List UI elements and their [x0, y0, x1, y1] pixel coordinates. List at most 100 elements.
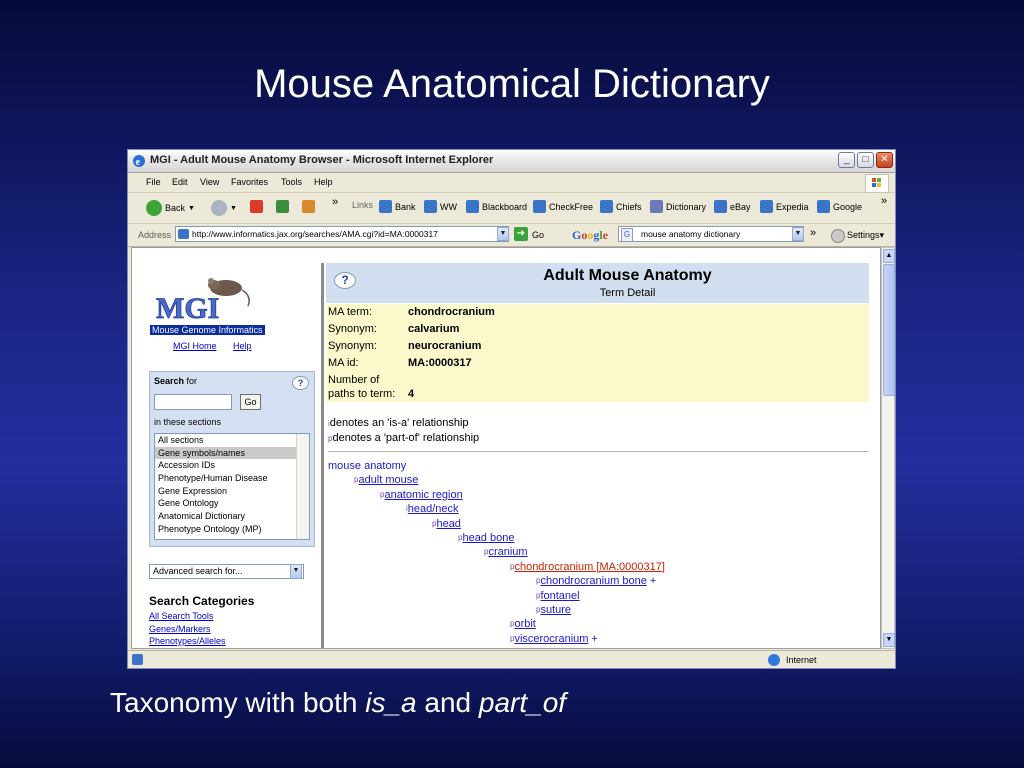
sections-listbox[interactable]: All sections Gene symbols/names Accessio… — [154, 433, 310, 540]
ma-term-label: MA term: — [328, 306, 373, 318]
section-option[interactable]: Gene Expression — [155, 485, 309, 498]
stop-button[interactable] — [250, 200, 263, 213]
windows-flag-icon — [865, 174, 889, 193]
search-input[interactable] — [154, 394, 232, 410]
link-bank[interactable]: Bank — [379, 200, 416, 213]
section-option[interactable]: Gene Ontology — [155, 497, 309, 510]
link-ebay[interactable]: eBay — [714, 200, 751, 213]
links-label: Links — [352, 200, 374, 210]
paths-value: 4 — [408, 388, 415, 400]
menu-help[interactable]: Help — [314, 177, 333, 187]
go-button[interactable]: Go — [532, 230, 544, 240]
section-option[interactable]: Accession IDs — [155, 459, 309, 472]
scroll-up-arrow[interactable]: ▲ — [883, 249, 895, 263]
mgi-home-link[interactable]: MGI Home — [173, 341, 217, 351]
minimize-button[interactable]: _ — [838, 152, 855, 168]
category-link[interactable]: Genes/Markers — [149, 623, 226, 636]
synonym-value: calvarium — [408, 323, 460, 335]
slide-caption: Taxonomy with both is_a and part_of — [110, 687, 566, 719]
tree-node-current[interactable]: chondrocranium [MA:0000317] — [514, 561, 664, 573]
google-g-icon: G — [621, 228, 633, 242]
scroll-thumb[interactable] — [883, 264, 895, 396]
tree-node-link[interactable]: orbit — [514, 618, 535, 630]
home-icon — [302, 200, 315, 213]
link-dictionary[interactable]: Dictionary — [650, 200, 706, 213]
expand-plus[interactable]: + — [591, 633, 597, 645]
tree-node: padult mouse — [354, 474, 418, 486]
tree-node-link[interactable]: head/neck — [408, 503, 459, 515]
caption-partof: part_of — [478, 687, 567, 718]
category-link[interactable]: Phenotypes/Alleles — [149, 635, 226, 648]
link-google[interactable]: Google — [817, 200, 862, 213]
column-divider — [321, 263, 324, 648]
maximize-button[interactable]: □ — [857, 152, 874, 168]
scroll-down-arrow[interactable]: ▼ — [883, 633, 895, 647]
refresh-button[interactable] — [276, 200, 289, 213]
caption-isa: is_a — [365, 687, 417, 718]
advanced-search-select[interactable]: Advanced search for... — [149, 564, 304, 579]
google-search-input[interactable]: G mouse anatomy dictionary — [618, 226, 804, 242]
page-scrollbar[interactable]: ▲ ▼ — [881, 247, 895, 649]
tree-node-link[interactable]: anatomic region — [384, 489, 462, 501]
internet-zone-icon — [768, 654, 780, 666]
link-chiefs[interactable]: Chiefs — [600, 200, 642, 213]
menu-file[interactable]: File — [146, 177, 161, 187]
tree-node-link[interactable]: fontanel — [540, 590, 579, 602]
tree-node-link[interactable]: cranium — [488, 546, 527, 558]
tree-node: phead bone — [458, 532, 514, 544]
paths-label-line1: Number of — [328, 374, 380, 386]
link-expedia[interactable]: Expedia — [760, 200, 809, 213]
tree-node-link[interactable]: adult mouse — [358, 474, 418, 486]
back-button[interactable]: Back ▼ — [146, 200, 195, 216]
address-dropdown-button[interactable]: ▼ — [497, 227, 509, 241]
listbox-scrollbar[interactable] — [296, 434, 309, 539]
google-search-dropdown[interactable]: ▼ — [792, 227, 804, 241]
synonym-value: neurocranium — [408, 340, 482, 352]
legend-isa: denotes an 'is-a' relationship — [329, 417, 469, 429]
forward-button[interactable]: ▼ — [211, 200, 237, 216]
search-go-button[interactable]: Go — [240, 394, 261, 410]
expand-plus[interactable]: + — [650, 575, 656, 587]
slide-title: Mouse Anatomical Dictionary — [254, 62, 770, 106]
tree-node-link[interactable]: head — [436, 518, 460, 530]
help-link[interactable]: Help — [233, 341, 252, 351]
address-url: http://www.informatics.jax.org/searches/… — [192, 229, 438, 239]
category-link[interactable]: All Search Tools — [149, 610, 226, 623]
section-option[interactable]: All sections — [155, 434, 309, 447]
link-checkfree[interactable]: CheckFree — [533, 200, 593, 213]
window-titlebar[interactable]: e MGI - Adult Mouse Anatomy Browser - Mi… — [128, 150, 895, 173]
tree-node-link[interactable]: suture — [540, 604, 571, 616]
tree-node-link[interactable]: viscerocranium — [514, 633, 588, 645]
menu-view[interactable]: View — [200, 177, 219, 187]
address-input[interactable]: http://www.informatics.jax.org/searches/… — [175, 226, 509, 242]
go-arrow-icon[interactable]: ➔ — [514, 227, 528, 241]
search-help-icon[interactable]: ? — [292, 376, 309, 390]
tree-node-link[interactable]: head bone — [462, 532, 514, 544]
svg-text:e: e — [136, 157, 141, 168]
stop-icon — [250, 200, 263, 213]
settings-button[interactable]: Settings▾ — [847, 230, 884, 241]
menu-bar: File Edit View Favorites Tools Help — [128, 173, 895, 193]
tree-node-link[interactable]: chondrocranium bone — [540, 575, 646, 587]
advanced-select-arrow[interactable]: ▼ — [290, 564, 302, 579]
search-categories-title: Search Categories — [149, 594, 255, 608]
menu-tools[interactable]: Tools — [281, 177, 302, 187]
close-button[interactable]: ✕ — [876, 152, 893, 168]
section-option-selected[interactable]: Gene symbols/names — [155, 446, 309, 460]
link-blackboard[interactable]: Blackboard — [466, 200, 527, 213]
section-option[interactable]: Phenotype Ontology (MP) — [155, 523, 309, 536]
section-option[interactable]: Anatomical Dictionary — [155, 510, 309, 523]
home-button[interactable] — [302, 200, 315, 213]
google-toolbar-overflow[interactable]: » — [810, 227, 816, 239]
toolbar-overflow[interactable]: » — [332, 196, 338, 208]
menu-edit[interactable]: Edit — [172, 177, 188, 187]
link-ww[interactable]: WW — [424, 200, 457, 213]
relationship-legend: idenotes an 'is-a' relationship pdenotes… — [328, 416, 479, 446]
menu-favorites[interactable]: Favorites — [231, 177, 268, 187]
links-overflow[interactable]: » — [881, 195, 887, 207]
search-categories-list: All Search Tools Genes/Markers Phenotype… — [149, 610, 226, 648]
section-option[interactable]: Phenotype/Human Disease — [155, 472, 309, 485]
standard-toolbar: Back ▼ ▼ » Links Bank WW Blackboard Chec… — [128, 193, 895, 224]
separator — [328, 451, 868, 452]
tree-node: pchondrocranium bone + — [536, 575, 656, 587]
